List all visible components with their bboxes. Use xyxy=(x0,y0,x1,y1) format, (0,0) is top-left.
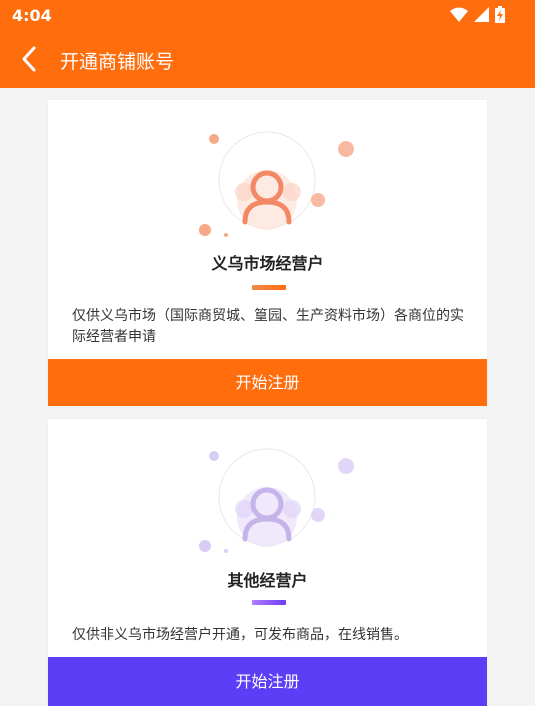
accent-bar xyxy=(252,285,286,290)
back-button[interactable] xyxy=(14,42,48,76)
card-title: 义乌市场经营户 xyxy=(211,254,324,273)
back-arrow-icon xyxy=(22,46,36,72)
app-bar: 开通商铺账号 xyxy=(0,30,535,88)
accent-bar xyxy=(252,600,286,605)
status-bar: 4:04 xyxy=(0,0,535,30)
other-merchant-card: 其他经营户 仅供非义乌市场经营户开通，可发布商品，在线销售。 开始注册 xyxy=(48,419,487,706)
status-icons xyxy=(450,6,505,23)
start-register-button[interactable]: 开始注册 xyxy=(48,657,487,706)
status-time: 4:04 xyxy=(12,6,52,25)
card-description: 仅供非义乌市场经营户开通，可发布商品，在线销售。 xyxy=(72,627,408,643)
user-avatar-icon xyxy=(199,131,354,237)
card-title: 其他经营户 xyxy=(227,571,308,590)
signal-icon xyxy=(474,7,489,22)
battery-charging-icon xyxy=(495,6,505,23)
wifi-icon xyxy=(450,7,468,22)
page-title: 开通商铺账号 xyxy=(60,51,175,73)
user-avatar-icon xyxy=(199,448,354,553)
start-register-button[interactable]: 开始注册 xyxy=(48,359,487,406)
card-description: 仅供义乌市场（国际商贸城、篁园、生产资料市场）各商位的实际经营者申请 xyxy=(72,308,464,345)
yiwu-merchant-card: 义乌市场经营户 仅供义乌市场（国际商贸城、篁园、生产资料市场）各商位的实际经营者… xyxy=(48,100,487,406)
